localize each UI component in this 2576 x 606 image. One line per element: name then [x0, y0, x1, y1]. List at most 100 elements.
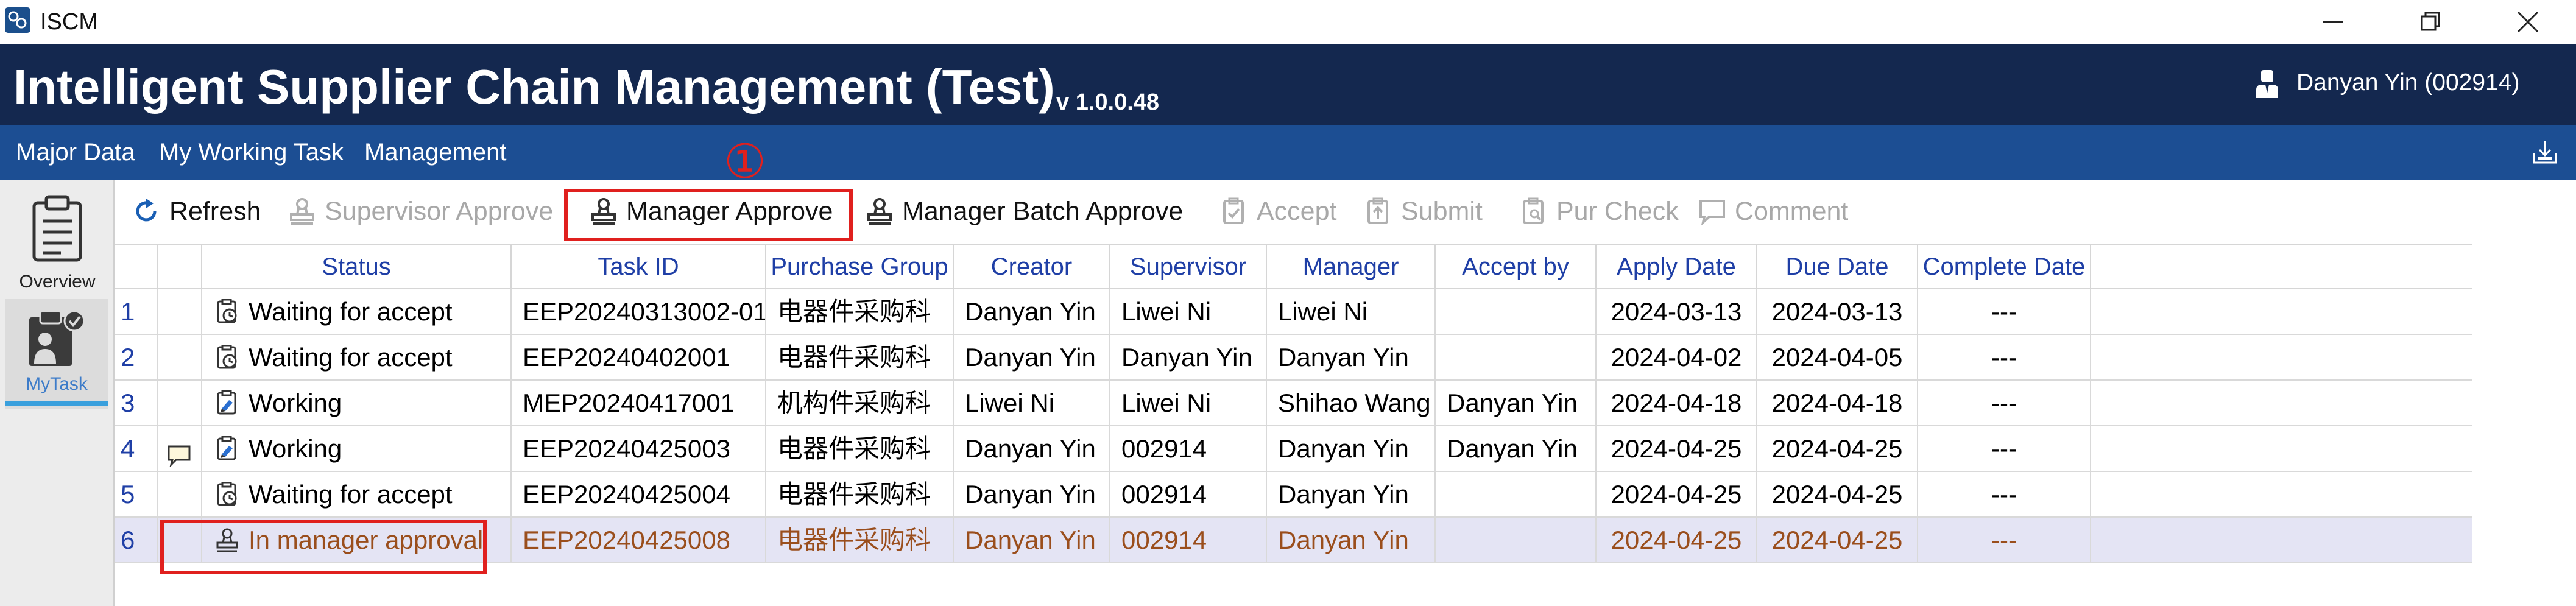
comment-cell[interactable] [158, 426, 202, 471]
cell-manager: Liwei Ni [1267, 289, 1436, 334]
app-version: v 1.0.0.48 [1056, 90, 1160, 115]
column-header-accept-by[interactable]: Accept by [1436, 245, 1597, 289]
cell-apply-date: 2024-04-02 [1597, 335, 1757, 379]
grid-empty-area [2472, 244, 2576, 606]
cell-status: Waiting for accept [202, 289, 512, 334]
cell-apply-date: 2024-04-25 [1597, 426, 1757, 471]
column-header-due-date[interactable]: Due Date [1757, 245, 1918, 289]
cell-due-date: 2024-04-18 [1757, 381, 1918, 425]
cell-creator: Danyan Yin [954, 289, 1110, 334]
cell-status: Waiting for accept [202, 335, 512, 379]
row-number: 3 [115, 381, 158, 425]
menu-major-data[interactable]: Major Data [16, 137, 135, 167]
cell-manager: Danyan Yin [1267, 426, 1436, 471]
cell-accept-by: Danyan Yin [1436, 426, 1597, 471]
status-text: Working [249, 434, 342, 463]
cell-status: Working [202, 381, 512, 425]
column-header-manager[interactable]: Manager [1267, 245, 1436, 289]
nav-overview-label: Overview [19, 272, 96, 292]
cell-purchase-group: 电器件采购科 [766, 335, 954, 379]
cell-due-date: 2024-04-25 [1757, 472, 1918, 516]
cell-due-date: 2024-04-25 [1757, 518, 1918, 562]
cell-complete-date: --- [1918, 381, 2091, 425]
cell-due-date: 2024-03-13 [1757, 289, 1918, 334]
cell-task-id: MEP20240417001 [512, 381, 766, 425]
cell-manager: Danyan Yin [1267, 472, 1436, 516]
column-header-rownum [115, 245, 158, 289]
menu-management[interactable]: Management [364, 137, 506, 167]
status-text: Waiting for accept [249, 343, 453, 372]
export-icon[interactable] [2532, 138, 2558, 165]
table-row[interactable]: 4 Working EEP20240425003 电器件采购科 Danyan Yin 00… [115, 426, 2472, 472]
comment-cell [158, 472, 202, 516]
column-header-creator[interactable]: Creator [954, 245, 1110, 289]
minimize-icon [2323, 21, 2343, 23]
cell-accept-by [1436, 518, 1597, 562]
cell-due-date: 2024-04-25 [1757, 426, 1918, 471]
column-header-comment [158, 245, 202, 289]
manager-approve-highlight [564, 189, 853, 241]
table-row[interactable]: 1 Waiting for accept EEP20240313002-01 电器件采… [115, 289, 2472, 335]
grid-header: Status Task ID Purchase Group Creator Su… [115, 244, 2472, 289]
cell-complete-date: --- [1918, 426, 2091, 471]
cell-complete-date: --- [1918, 289, 2091, 334]
cell-manager: Danyan Yin [1267, 335, 1436, 379]
nav-mytask[interactable]: MyTask [5, 299, 108, 409]
column-header-apply-date[interactable]: Apply Date [1597, 245, 1757, 289]
cell-task-id: EEP20240402001 [512, 335, 766, 379]
cell-purchase-group: 电器件采购科 [766, 518, 954, 562]
accept-icon [1223, 197, 1244, 224]
app-logo-icon [5, 7, 30, 33]
column-header-supervisor[interactable]: Supervisor [1110, 245, 1267, 289]
status-text: Waiting for accept [249, 297, 453, 326]
restore-icon [2421, 12, 2440, 31]
stamp-icon [867, 198, 892, 225]
row-number: 4 [115, 426, 158, 471]
minimize-button[interactable] [2296, 0, 2370, 44]
row-number: 1 [115, 289, 158, 334]
comment-icon[interactable] [167, 436, 191, 471]
close-button[interactable] [2491, 0, 2564, 44]
clipboard-icon [32, 195, 82, 262]
cell-status: Waiting for accept [202, 472, 512, 516]
cell-accept-by [1436, 335, 1597, 379]
cell-creator: Danyan Yin [954, 472, 1110, 516]
cell-creator: Danyan Yin [954, 335, 1110, 379]
menu-my-working-task[interactable]: My Working Task [159, 137, 344, 167]
restore-button[interactable] [2394, 0, 2467, 44]
cell-creator: Liwei Ni [954, 381, 1110, 425]
cell-supervisor: 002914 [1110, 518, 1267, 562]
side-navigation: Overview MyTask [0, 180, 115, 606]
cell-apply-date: 2024-03-13 [1597, 289, 1757, 334]
column-header-status[interactable]: Status [202, 245, 512, 289]
cell-apply-date: 2024-04-18 [1597, 381, 1757, 425]
column-header-task-id[interactable]: Task ID [512, 245, 766, 289]
row-number: 6 [115, 518, 158, 562]
cell-accept-by [1436, 472, 1597, 516]
close-icon [2517, 11, 2539, 33]
cell-supervisor: 002914 [1110, 426, 1267, 471]
nav-overview[interactable]: Overview [0, 188, 115, 295]
cell-manager: Shihao Wang [1267, 381, 1436, 425]
comment-cell [158, 381, 202, 425]
step-marker: ① [724, 135, 766, 188]
table-row[interactable]: 2 Waiting for accept EEP20240402001 电器件采购科 D… [115, 335, 2472, 381]
comment-icon [1699, 200, 1725, 225]
cell-complete-date: --- [1918, 472, 2091, 516]
cell-purchase-group: 电器件采购科 [766, 426, 954, 471]
pur-check-icon [1523, 197, 1544, 224]
current-user[interactable]: Danyan Yin (002914) [2296, 68, 2519, 98]
column-header-complete-date[interactable]: Complete Date [1918, 245, 2091, 289]
table-row[interactable]: 5 Waiting for accept EEP20240425004 电器件采购科 D… [115, 472, 2472, 518]
cell-creator: Danyan Yin [954, 426, 1110, 471]
cell-apply-date: 2024-04-25 [1597, 472, 1757, 516]
cell-task-id: EEP20240425003 [512, 426, 766, 471]
column-header-purchase-group[interactable]: Purchase Group [766, 245, 954, 289]
cell-task-id: EEP20240313002-01 [512, 289, 766, 334]
table-row[interactable]: 3 Working MEP20240417001 机构件采购科 Liwei Ni Liwe… [115, 381, 2472, 426]
cell-manager: Danyan Yin [1267, 518, 1436, 562]
refresh-icon [136, 199, 157, 222]
window-title: ISCM [40, 9, 98, 35]
row-number: 5 [115, 472, 158, 516]
cell-supervisor: Danyan Yin [1110, 335, 1267, 379]
